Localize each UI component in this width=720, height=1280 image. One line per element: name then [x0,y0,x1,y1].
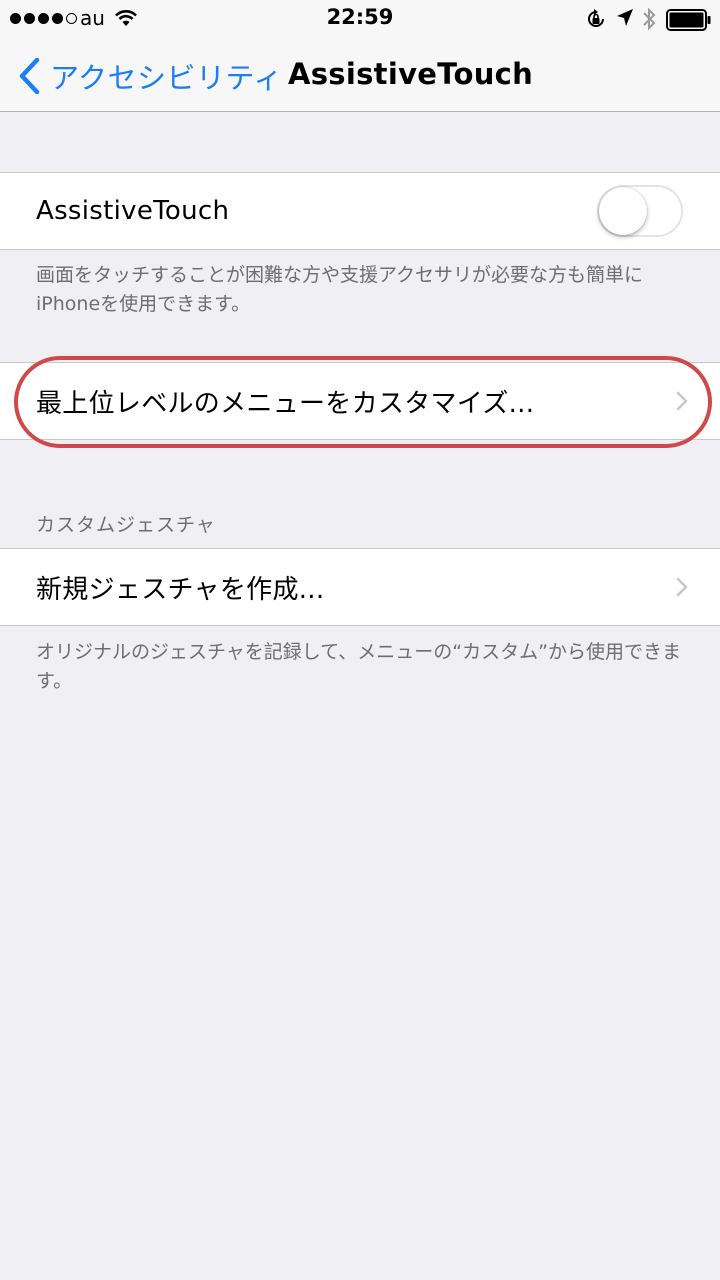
create-gesture-label: 新規ジェスチャを作成... [36,574,325,605]
back-button[interactable]: アクセシビリティ [18,54,283,98]
bluetooth-icon [643,7,656,31]
create-gesture-row[interactable]: 新規ジェスチャを作成... [0,549,720,625]
custom-gestures-description: オリジナルのジェスチャを記録して、メニューの“カスタム”から使用できます。 [36,641,681,692]
page-title: AssistiveTouch [288,57,534,91]
menu-group: 最上位レベルのメニューをカスタマイズ... [0,362,720,440]
chevron-right-icon [676,391,688,411]
chevron-left-icon [19,58,40,94]
rotation-lock-icon [588,9,604,27]
assistive-touch-group: AssistiveTouch [0,172,720,250]
assistive-touch-row: AssistiveTouch [0,173,720,249]
toggle-knob [599,187,647,235]
customize-menu-row[interactable]: 最上位レベルのメニューをカスタマイズ... [0,363,720,439]
assistive-touch-description: 画面をタッチすることが困難な方や支援アクセサリが必要な方も簡単にiPhoneを使… [36,264,644,315]
status-bar: au 22:59 [0,0,720,40]
back-button-label: アクセシビリティ [50,61,283,95]
battery-icon [666,9,711,31]
assistive-touch-toggle[interactable] [597,185,683,237]
assistive-touch-label: AssistiveTouch [36,196,230,226]
custom-gestures-header: カスタムジェスチャ [36,514,216,536]
chevron-right-icon [676,577,688,597]
customize-menu-label: 最上位レベルのメニューをカスタマイズ... [36,388,535,419]
location-icon [617,9,633,26]
status-time: 22:59 [326,5,394,29]
custom-gestures-group: 新規ジェスチャを作成... [0,548,720,626]
navigation-bar: アクセシビリティ AssistiveTouch [0,40,720,112]
